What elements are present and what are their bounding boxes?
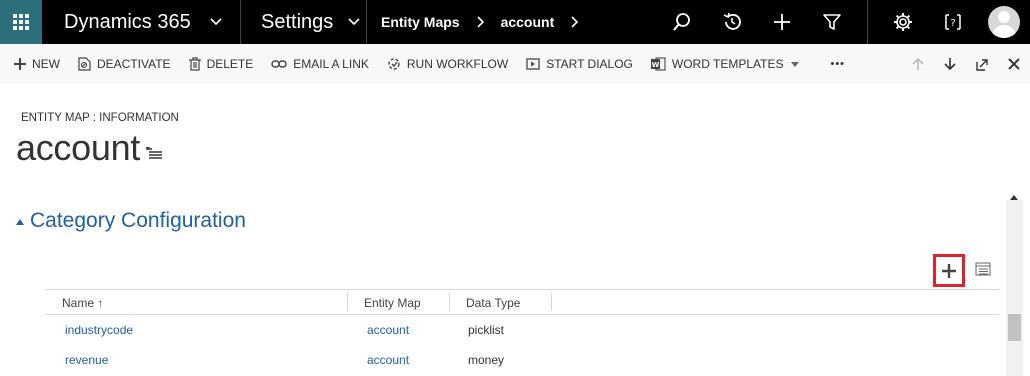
- deactivate-button[interactable]: DEACTIVATE: [69, 44, 180, 84]
- previous-record-button[interactable]: [902, 44, 934, 84]
- history-icon: [723, 12, 741, 30]
- area-name: Settings: [261, 10, 334, 33]
- new-button[interactable]: NEW: [0, 44, 69, 84]
- gear-icon: [894, 13, 912, 31]
- filter-icon: [823, 14, 841, 30]
- email-link-button[interactable]: EMAIL A LINK: [262, 44, 378, 84]
- email-link-label: EMAIL A LINK: [293, 57, 369, 71]
- close-button[interactable]: [998, 44, 1030, 84]
- row-data-type: picklist: [468, 323, 505, 337]
- arrow-down-icon: [944, 58, 956, 71]
- next-record-button[interactable]: [934, 44, 966, 84]
- advanced-find-button[interactable]: [807, 0, 857, 44]
- add-record-button[interactable]: [933, 254, 965, 287]
- more-commands-label: •••: [830, 58, 846, 70]
- caret-down-icon: [791, 61, 800, 67]
- list-menu-icon: [146, 147, 162, 159]
- plus-icon: [774, 14, 790, 30]
- scrollbar-thumb[interactable]: [1008, 314, 1021, 341]
- user-avatar[interactable]: [988, 6, 1020, 38]
- plus-icon: [942, 263, 956, 278]
- app-name: Dynamics 365: [64, 10, 191, 33]
- help-button[interactable]: ?: [928, 0, 978, 44]
- settings-button[interactable]: [878, 0, 928, 44]
- chevron-right-icon[interactable]: [570, 16, 580, 28]
- column-divider[interactable]: [449, 293, 450, 311]
- start-dialog-label: START DIALOG: [546, 57, 633, 71]
- row-entity-map-link[interactable]: account: [367, 315, 409, 345]
- chevron-right-icon: [477, 16, 484, 28]
- help-icon: ?: [945, 14, 961, 30]
- svg-text:?: ?: [950, 18, 955, 29]
- recent-button[interactable]: [707, 0, 757, 44]
- close-icon: [1008, 58, 1020, 70]
- app-name-menu[interactable]: Dynamics 365: [42, 0, 240, 44]
- column-header-name[interactable]: Name ↑: [62, 290, 103, 315]
- create-button[interactable]: [757, 0, 807, 44]
- search-button[interactable]: [657, 0, 707, 44]
- deactivate-label: DEACTIVATE: [97, 57, 171, 71]
- form-selector-button[interactable]: [146, 146, 162, 164]
- row-name-link[interactable]: industrycode: [65, 315, 133, 345]
- breadcrumb-account[interactable]: account: [501, 14, 555, 30]
- page-title: account: [16, 127, 140, 168]
- grid-header: Name ↑ Entity Map Data Type: [45, 289, 999, 315]
- breadcrumb-entity-maps[interactable]: Entity Maps: [381, 14, 460, 30]
- new-label: NEW: [32, 57, 60, 71]
- area-menu[interactable]: Settings: [241, 0, 366, 44]
- run-workflow-label: RUN WORKFLOW: [406, 57, 509, 71]
- column-header-entity-map[interactable]: Entity Map: [364, 290, 421, 315]
- plus-icon: [14, 58, 26, 70]
- scrollbar-track[interactable]: [1006, 200, 1023, 376]
- trash-icon: [188, 57, 201, 71]
- column-divider[interactable]: [347, 293, 348, 311]
- dialog-icon: [526, 58, 540, 70]
- top-nav-bar: Dynamics 365 Settings Entity Maps accoun…: [0, 0, 1030, 44]
- start-dialog-button[interactable]: START DIALOG: [517, 44, 642, 84]
- workflow-icon: [388, 58, 400, 70]
- section-header[interactable]: Category Configuration: [16, 209, 246, 233]
- delete-button[interactable]: DELETE: [180, 44, 263, 84]
- column-header-data-type[interactable]: Data Type: [466, 290, 520, 315]
- run-workflow-button[interactable]: RUN WORKFLOW: [378, 44, 517, 84]
- row-data-type: money: [468, 353, 505, 367]
- open-associated-grid-button[interactable]: [975, 262, 991, 281]
- record-navigation: [902, 44, 1030, 84]
- grid-view-icon: [975, 262, 991, 276]
- table-row[interactable]: industrycode account picklist: [45, 315, 999, 345]
- word-icon: W: [650, 57, 666, 71]
- pop-out-icon: [975, 58, 988, 71]
- deactivate-icon: [78, 57, 91, 71]
- word-templates-label: WORD TEMPLATES: [671, 57, 784, 71]
- delete-label: DELETE: [206, 57, 254, 71]
- table-row[interactable]: revenue account money: [45, 345, 999, 375]
- row-name-link[interactable]: revenue: [65, 345, 108, 375]
- chevron-down-icon: [348, 18, 360, 26]
- word-templates-button[interactable]: W WORD TEMPLATES: [642, 44, 809, 84]
- row-entity-map-link[interactable]: account: [367, 345, 409, 375]
- chevron-down-icon: [210, 18, 222, 26]
- subgrid: Name ↑ Entity Map Data Type industrycode…: [45, 289, 999, 375]
- nav-icon-group: ?: [657, 0, 1030, 44]
- nav-divider: [867, 0, 868, 44]
- arrow-up-icon: [912, 57, 924, 70]
- collapse-triangle-icon: [16, 219, 24, 225]
- svg-text:W: W: [652, 61, 660, 69]
- link-icon: [271, 60, 287, 68]
- more-commands-button[interactable]: •••: [808, 44, 854, 84]
- pop-out-button[interactable]: [966, 44, 998, 84]
- column-divider[interactable]: [551, 293, 552, 311]
- section-title: Category Configuration: [30, 209, 246, 232]
- command-bar: NEW DEACTIVATE DELETE EMAIL A LINK RUN W…: [0, 44, 1030, 84]
- form-type-label: ENTITY MAP : INFORMATION: [21, 112, 179, 124]
- breadcrumb: Entity Maps account: [367, 0, 595, 44]
- waffle-icon: [13, 14, 29, 30]
- app-launcher-button[interactable]: [0, 0, 42, 44]
- search-icon: [673, 13, 690, 31]
